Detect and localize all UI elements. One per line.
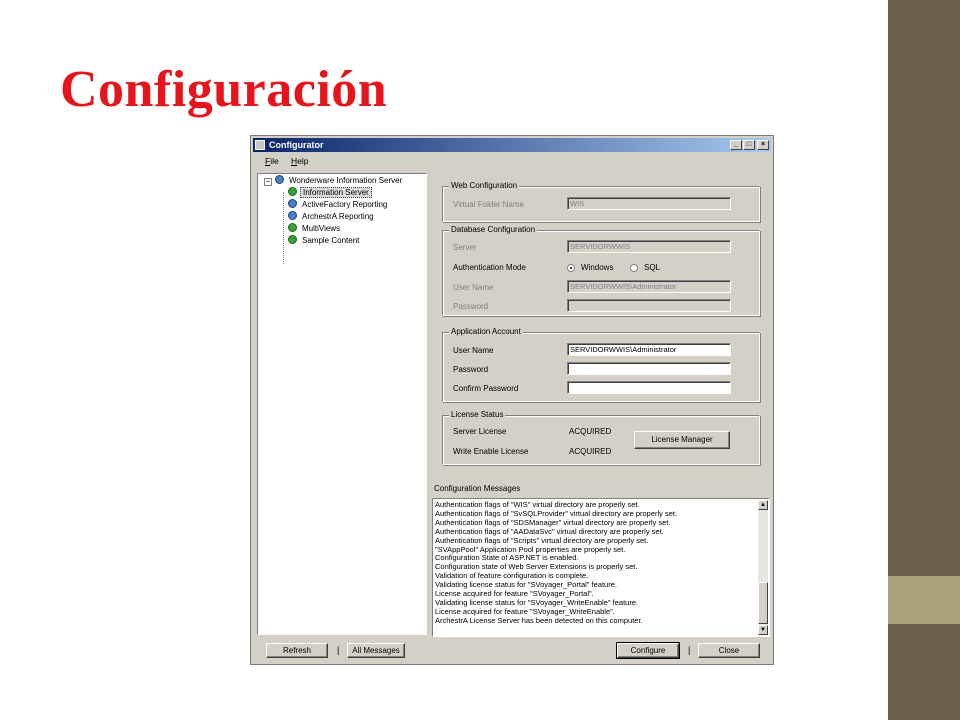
configuration-messages-heading: Configuration Messages	[434, 484, 521, 493]
minimize-button[interactable]: _	[730, 140, 742, 150]
slide-side-accent	[888, 576, 960, 624]
title-bar[interactable]: Configurator _ □ ×	[253, 138, 771, 152]
maximize-button[interactable]: □	[743, 140, 755, 150]
menu-help[interactable]: Help	[291, 156, 308, 166]
configure-button[interactable]: Configure	[616, 642, 680, 659]
feature-tree[interactable]: − Wonderware Information Server Informat…	[257, 173, 427, 635]
refresh-button[interactable]: Refresh	[266, 643, 328, 658]
check-icon	[288, 235, 297, 244]
tree-root[interactable]: Wonderware Information Server	[275, 175, 404, 187]
messages-scrollbar[interactable]: ▲ ▼	[758, 500, 768, 635]
auth-windows-radio[interactable]	[567, 264, 575, 272]
app-confirm-password-label: Confirm Password	[453, 384, 519, 393]
tree-item-sample-content[interactable]: Sample Content	[288, 235, 361, 247]
scroll-up-icon[interactable]: ▲	[758, 500, 768, 510]
close-window-button[interactable]: ×	[757, 140, 769, 150]
tree-item-label: Information Server	[300, 187, 372, 198]
license-status-group: License Status Server License ACQUIRED W…	[442, 410, 760, 465]
app-icon	[255, 140, 265, 150]
menu-file[interactable]: File	[265, 156, 279, 166]
auth-sql-radio[interactable]	[630, 264, 638, 272]
server-license-value: ACQUIRED	[569, 427, 612, 436]
menu-file-rest: ile	[270, 156, 279, 166]
check-icon	[288, 223, 297, 232]
menu-bar: File Help	[253, 154, 771, 168]
db-user-label: User Name	[453, 283, 494, 292]
web-configuration-legend: Web Configuration	[449, 181, 520, 191]
tree-connector	[283, 192, 284, 264]
scroll-down-icon[interactable]: ▼	[758, 625, 768, 635]
application-account-legend: Application Account	[449, 327, 523, 337]
footer-separator: |	[337, 645, 340, 655]
footer-separator: |	[688, 645, 691, 655]
write-enable-license-value: ACQUIRED	[569, 447, 612, 456]
tree-item-activefactory-reporting[interactable]: ActiveFactory Reporting	[288, 199, 389, 211]
messages-viewport: Authentication flags of "WIS" virtual di…	[435, 501, 757, 634]
check-icon	[288, 187, 297, 196]
database-configuration-group: Database Configuration Server SERVIDORWW…	[442, 225, 760, 316]
close-button[interactable]: Close	[698, 643, 760, 658]
db-password-field[interactable]	[567, 299, 731, 312]
server-license-label: Server License	[453, 427, 507, 436]
tree-item-label: ArchestrA Reporting	[302, 212, 374, 221]
tree-item-information-server[interactable]: Information Server	[288, 187, 372, 199]
app-user-label: User Name	[453, 346, 494, 355]
auth-windows-label[interactable]: Windows	[581, 263, 613, 273]
info-node-icon	[288, 199, 297, 208]
auth-sql-label[interactable]: SQL	[644, 263, 660, 273]
tree-item-archestra-reporting[interactable]: ArchestrA Reporting	[288, 211, 376, 223]
configuration-messages-list[interactable]: Authentication flags of "WIS" virtual di…	[432, 498, 770, 637]
slide-title: Configuración	[60, 61, 388, 118]
db-server-label: Server	[453, 243, 477, 252]
collapse-icon[interactable]: −	[264, 178, 272, 186]
database-configuration-legend: Database Configuration	[449, 225, 538, 235]
message-line: ArchestrA License Server has been detect…	[435, 615, 643, 625]
all-messages-button[interactable]: All Messages	[347, 643, 405, 658]
auth-mode-label: Authentication Mode	[453, 263, 526, 272]
db-password-label: Password	[453, 302, 489, 311]
tree-item-multiviews[interactable]: MultiViews	[288, 223, 342, 235]
app-confirm-password-field[interactable]	[567, 381, 731, 394]
db-user-field[interactable]: SERVIDORWWIS\Administrator	[567, 280, 731, 293]
scroll-thumb[interactable]	[758, 582, 768, 624]
configurator-window: Configurator _ □ × File Help − Wonderwar…	[250, 135, 774, 665]
menu-help-rest: elp	[297, 156, 309, 166]
license-status-legend: License Status	[449, 410, 506, 420]
tree-item-label: MultiViews	[302, 224, 341, 233]
db-server-field[interactable]: SERVIDORWWIS	[567, 240, 731, 253]
virtual-folder-label: Virtual Folder Name	[453, 200, 524, 209]
tree-root-label: Wonderware Information Server	[289, 176, 403, 185]
info-node-icon	[275, 175, 284, 184]
application-account-group: Application Account User Name SERVIDORWW…	[442, 327, 760, 402]
app-password-label: Password	[453, 365, 489, 374]
tree-item-label: Sample Content	[302, 236, 360, 245]
tree-item-label: ActiveFactory Reporting	[302, 200, 388, 209]
virtual-folder-field[interactable]: WIS	[567, 197, 731, 210]
license-manager-button[interactable]: License Manager	[634, 431, 730, 449]
write-enable-license-label: Write Enable License	[453, 447, 529, 456]
app-password-field[interactable]	[567, 362, 731, 375]
web-configuration-group: Web Configuration Virtual Folder Name WI…	[442, 181, 760, 222]
info-node-icon	[288, 211, 297, 220]
window-title: Configurator	[269, 140, 324, 150]
app-user-field[interactable]: SERVIDORWWIS\Administrator	[567, 343, 731, 356]
